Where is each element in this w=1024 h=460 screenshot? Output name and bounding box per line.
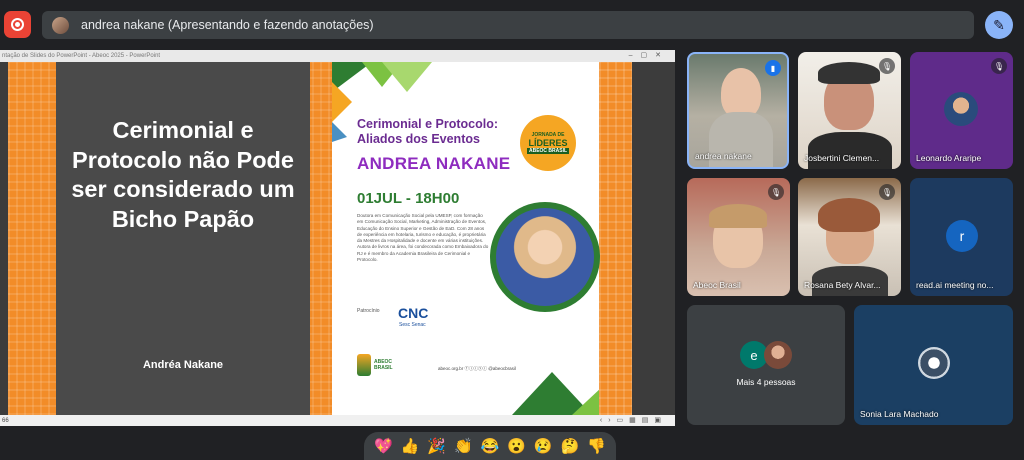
laughing-reaction-icon[interactable]: 😂 [481, 439, 500, 454]
participant-avatar [764, 341, 792, 369]
participant-name: read.ai meeting no... [916, 280, 994, 290]
more-participants-tile[interactable]: e Mais 4 pessoas [687, 305, 845, 425]
event-date: 01JUL - 18H00 [357, 190, 460, 207]
presenter-avatar [52, 16, 69, 34]
participant-name: Sonia Lara Machado [860, 409, 939, 419]
participant-name: Rosana Bety Alvar... [804, 280, 881, 290]
participant-name: Abeoc Brasil [693, 280, 741, 290]
heart-reaction-icon[interactable]: 💖 [374, 439, 393, 454]
participant-tile-leonardo[interactable]: 🎙 Leonardo Araripe [910, 52, 1013, 169]
participant-tile-andrea[interactable]: ▮ andrea nakane [687, 52, 789, 169]
mic-off-icon: 🎙 [768, 184, 784, 200]
thumbs-up-reaction-icon[interactable]: 👍 [401, 439, 420, 454]
slide-left-author: Andréa Nakane [142, 359, 224, 371]
participant-tile-rosana[interactable]: 🎙 Rosana Bety Alvar... [798, 178, 901, 296]
participant-tile-readai[interactable]: r read.ai meeting no... [910, 178, 1013, 296]
speaker-bio: Doutora em Comunicação Social pela UMESP… [357, 213, 489, 263]
abeoc-logo-text: ABEOC BRASIL [373, 359, 393, 371]
badge-line2: LÍDERES [528, 138, 568, 148]
powerpoint-statusbar: 66 ‹›▭▦▤▣ [0, 415, 675, 426]
abeoc-logo: ABEOC BRASIL [357, 352, 412, 378]
sponsor-label: Patrocínio [357, 308, 380, 314]
window-controls: –▢✕ [628, 52, 669, 59]
sponsor-sub: Sesc Senac [399, 322, 426, 328]
status-slide-number: 66 [2, 417, 9, 424]
badge-line3: ABEOC BRASIL [526, 148, 570, 154]
jornada-lideres-badge: JORNADA DE LÍDERES ABEOC BRASIL [520, 115, 576, 171]
slide-right: Cerimonial e Protocolo: Aliados dos Even… [332, 62, 632, 415]
slide-left-title: Cerimonial e Protocolo não Pode ser cons… [71, 117, 295, 232]
mic-off-icon: 🎙 [879, 58, 895, 74]
presenter-status-text: andrea nakane (Apresentando e fazendo an… [81, 18, 374, 32]
mic-off-icon: 🎙 [991, 58, 1007, 74]
shared-screen: ntação de Slides do PowerPoint - Abeoc 2… [0, 50, 675, 426]
participant-avatar [944, 92, 978, 126]
participant-tile-abeoc[interactable]: 🎙 Abeoc Brasil [687, 178, 790, 296]
more-participants-label: Mais 4 pessoas [736, 377, 796, 387]
speaker-photo [496, 208, 594, 306]
clapping-reaction-icon[interactable]: 👏 [454, 439, 473, 454]
record-icon [11, 18, 24, 31]
slide-left-panel: Cerimonial e Protocolo não Pode ser cons… [56, 62, 310, 415]
participant-name: andrea nakane [695, 151, 752, 161]
slide-left: Cerimonial e Protocolo não Pode ser cons… [8, 62, 332, 415]
slide-orange-stripe [599, 62, 632, 415]
sponsor-logo: CNC [398, 305, 429, 321]
slide-footer-links: abeoc.org.br ⓕⓘⓘⓨⓘ @abeocbrasil [438, 366, 516, 371]
participant-avatar [918, 347, 950, 379]
speaker-name: ANDREA NAKANE [357, 154, 511, 173]
pencil-sparkle-icon: ✎ [993, 16, 1005, 33]
powerpoint-titlebar: ntação de Slides do PowerPoint - Abeoc 2… [0, 50, 675, 62]
party-popper-reaction-icon[interactable]: 🎉 [427, 439, 446, 454]
participant-name: Josbertini Clemen... [804, 153, 880, 163]
participant-tile-sonia[interactable]: Sonia Lara Machado [854, 305, 1013, 425]
presenter-bar: andrea nakane (Apresentando e fazendo an… [42, 11, 974, 39]
participant-tile-josbertini[interactable]: 🎙 Josbertini Clemen... [798, 52, 901, 169]
window-title: ntação de Slides do PowerPoint - Abeoc 2… [2, 53, 161, 59]
slide-view-controls[interactable]: ‹›▭▦▤▣ [600, 416, 667, 424]
surprised-reaction-icon[interactable]: 😮 [507, 439, 526, 454]
record-button[interactable] [4, 11, 31, 38]
mic-off-icon: 🎙 [879, 184, 895, 200]
thumbs-down-reaction-icon[interactable]: 👎 [587, 439, 606, 454]
speaking-indicator-icon: ▮ [765, 60, 781, 76]
event-title: Cerimonial e Protocolo: Aliados dos Even… [357, 117, 498, 146]
reactions-bar: 💖 👍 🎉 👏 😂 😮 😢 🤔 👎 [364, 432, 616, 460]
annotate-button[interactable]: ✎ [985, 11, 1013, 39]
participant-name: Leonardo Araripe [916, 153, 982, 163]
participant-avatar-initial: r [946, 220, 978, 252]
thinking-reaction-icon[interactable]: 🤔 [561, 439, 580, 454]
crying-reaction-icon[interactable]: 😢 [534, 439, 553, 454]
